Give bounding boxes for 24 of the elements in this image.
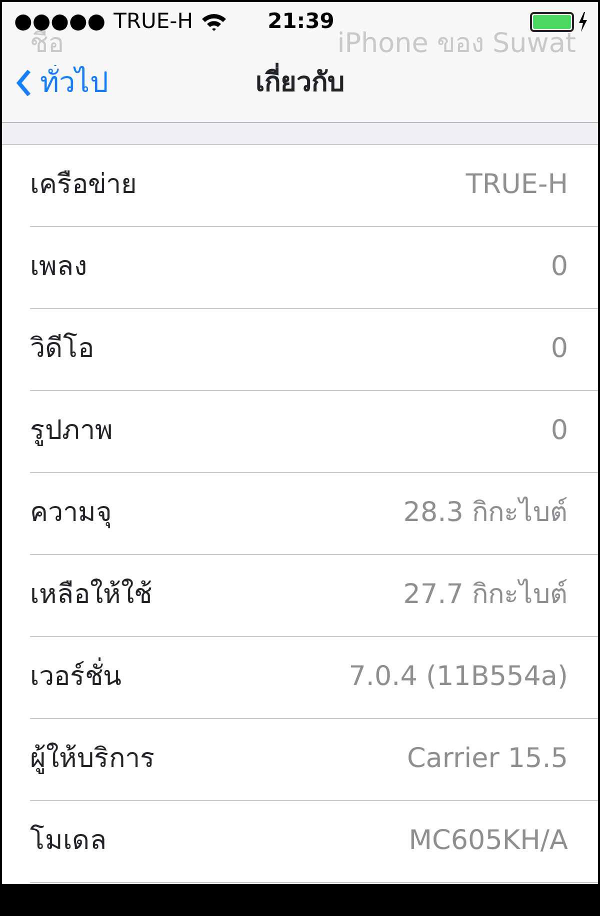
row-label: ความจุ xyxy=(30,496,112,530)
row-label: ผู้ให้บริการ xyxy=(30,742,155,776)
wifi-icon xyxy=(201,12,228,32)
battery-icon xyxy=(530,12,574,32)
row-value: 7.0.4 (11B554a) xyxy=(348,660,568,694)
row-label: เหลือให้ใช้ xyxy=(30,578,152,612)
row-label: วิดีโอ xyxy=(30,332,94,366)
row-value: 27.7 กิกะไบต์ xyxy=(403,578,568,612)
row-value: 0 xyxy=(550,332,568,366)
row-value: Carrier 15.5 xyxy=(406,742,568,776)
row-value: MC605KH/A xyxy=(408,824,568,858)
chevron-left-icon xyxy=(16,69,32,97)
row-label: โมเดล xyxy=(30,824,107,858)
page-title: เกี่ยวกับ xyxy=(256,62,344,104)
row-value: 0 xyxy=(550,250,568,284)
row-label: เพลง xyxy=(30,250,87,284)
carrier-name: TRUE-H xyxy=(114,8,194,36)
row-label: เวอร์ชั่น xyxy=(30,657,121,698)
row-value: 0 xyxy=(550,414,568,448)
row-value: 28.3 กิกะไบต์ xyxy=(403,496,568,530)
status-time: 21:39 xyxy=(268,8,334,36)
row-value: TRUE-H xyxy=(466,168,568,202)
row-label: รูปภาพ xyxy=(30,414,113,448)
row-label: เครือข่าย xyxy=(30,168,137,202)
